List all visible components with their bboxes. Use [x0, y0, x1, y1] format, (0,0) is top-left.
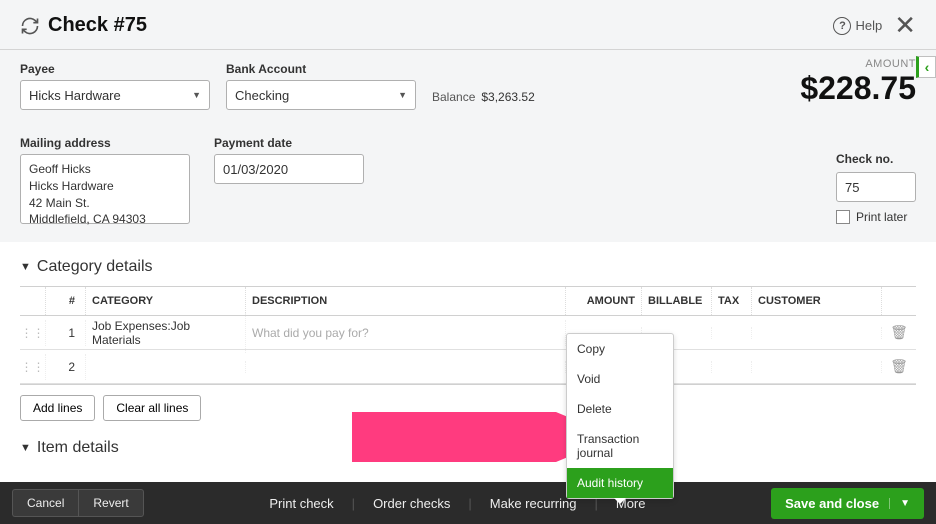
bank-value: Checking [235, 88, 289, 103]
menu-audit-history[interactable]: Audit history [567, 468, 673, 498]
grip-icon[interactable]: ⋮⋮ [20, 354, 46, 380]
row-description[interactable]: What did you pay for? [246, 320, 566, 346]
print-later-row: Print later [836, 210, 916, 224]
payment-date-group: Payment date 01/03/2020 [214, 136, 364, 184]
row-payee-bank: Payee Hicks Hardware ▼ Bank Account Chec… [20, 62, 916, 110]
print-check-link[interactable]: Print check [261, 496, 341, 511]
col-customer: CUSTOMER [752, 287, 882, 315]
mailing-label: Mailing address [20, 136, 190, 150]
trash-icon[interactable]: 🗑 [882, 318, 916, 347]
footer-left: Cancel Revert [12, 489, 144, 517]
trash-icon[interactable]: 🗑 [882, 352, 916, 381]
revert-button[interactable]: Revert [78, 489, 143, 517]
order-checks-link[interactable]: Order checks [365, 496, 458, 511]
payee-group: Payee Hicks Hardware ▼ [20, 62, 210, 110]
mailing-address-input[interactable]: Geoff Hicks Hicks Hardware 42 Main St. M… [20, 154, 190, 224]
row-num: 2 [46, 354, 86, 380]
row-tax[interactable] [712, 361, 752, 373]
col-billable: BILLABLE [642, 287, 712, 315]
collapse-icon: ▼ [20, 261, 31, 273]
col-tax: TAX [712, 287, 752, 315]
cancel-button[interactable]: Cancel [12, 489, 78, 517]
amount-value: $228.75 [800, 70, 916, 107]
row-tax[interactable] [712, 327, 752, 339]
header-left: Check #75 [20, 14, 147, 37]
page-title: Check #75 [48, 14, 147, 37]
menu-delete[interactable]: Delete [567, 394, 673, 424]
checkno-value: 75 [845, 180, 859, 195]
bank-label: Bank Account [226, 62, 416, 76]
save-and-close-button[interactable]: Save and close ▼ [771, 488, 924, 519]
checkno-input[interactable]: 75 [836, 172, 916, 202]
amount-label: AMOUNT [800, 58, 916, 70]
checkno-group: Check no. 75 Print later [836, 150, 916, 224]
col-description: DESCRIPTION [246, 287, 566, 315]
save-label: Save and close [785, 496, 879, 511]
refresh-icon [20, 16, 40, 36]
annotation-arrow [350, 412, 580, 462]
grip-icon[interactable]: ⋮⋮ [20, 320, 46, 346]
row-address-date: Mailing address Geoff Hicks Hicks Hardwa… [20, 136, 916, 224]
add-lines-button[interactable]: Add lines [20, 395, 95, 421]
clear-all-lines-button[interactable]: Clear all lines [103, 395, 201, 421]
menu-arrow-icon [614, 498, 626, 504]
category-title: Category details [37, 258, 153, 276]
checkno-label: Check no. [836, 152, 893, 166]
help-label: Help [855, 18, 882, 33]
print-later-checkbox[interactable] [836, 210, 850, 224]
divider: | [468, 496, 471, 511]
bank-group: Bank Account Checking ▼ [226, 62, 416, 110]
balance-value: $3,263.52 [481, 90, 534, 104]
col-amount: AMOUNT [566, 287, 642, 315]
row-customer[interactable] [752, 327, 882, 339]
header-bar: Check #75 ? Help ✕ [0, 0, 936, 50]
footer-center: Print check | Order checks | Make recurr… [144, 496, 771, 511]
item-title: Item details [37, 439, 119, 457]
divider: | [352, 496, 355, 511]
payment-date-value: 01/03/2020 [223, 162, 288, 177]
bank-dropdown[interactable]: Checking ▼ [226, 80, 416, 110]
category-section: ▼ Category details # CATEGORY DESCRIPTIO… [0, 242, 936, 421]
footer-bar: Cancel Revert Print check | Order checks… [0, 482, 936, 524]
payment-date-input[interactable]: 01/03/2020 [214, 154, 364, 184]
form-area: ‹ AMOUNT $228.75 Payee Hicks Hardware ▼ … [0, 50, 936, 242]
amount-block: AMOUNT $228.75 [800, 58, 916, 107]
row-category[interactable]: Job Expenses:Job Materials [86, 313, 246, 353]
row-num: 1 [46, 320, 86, 346]
table-row[interactable]: ⋮⋮ 2 🗑 [20, 350, 916, 384]
print-later-label: Print later [856, 210, 907, 224]
col-grip [20, 287, 46, 315]
balance-label: Balance [432, 90, 475, 104]
chevron-down-icon: ▼ [398, 90, 407, 100]
menu-transaction-journal[interactable]: Transaction journal [567, 424, 673, 468]
mailing-group: Mailing address Geoff Hicks Hicks Hardwa… [20, 136, 190, 224]
payee-dropdown[interactable]: Hicks Hardware ▼ [20, 80, 210, 110]
table-row[interactable]: ⋮⋮ 1 Job Expenses:Job Materials What did… [20, 316, 916, 350]
collapse-icon: ▼ [20, 442, 31, 454]
col-num: # [46, 287, 86, 315]
category-section-header[interactable]: ▼ Category details [20, 258, 916, 276]
help-button[interactable]: ? Help [833, 17, 882, 35]
more-menu: Copy Void Delete Transaction journal Aud… [566, 333, 674, 499]
payee-value: Hicks Hardware [29, 88, 121, 103]
payee-label: Payee [20, 62, 210, 76]
help-icon: ? [833, 17, 851, 35]
category-table: # CATEGORY DESCRIPTION AMOUNT BILLABLE T… [20, 286, 916, 385]
payment-date-label: Payment date [214, 136, 364, 150]
header-right: ? Help ✕ [833, 10, 916, 41]
next-record-button[interactable]: ‹ [916, 56, 936, 78]
chevron-down-icon: ▼ [889, 498, 910, 509]
balance-display: Balance $3,263.52 [432, 90, 535, 110]
row-description[interactable] [246, 361, 566, 373]
chevron-down-icon: ▼ [192, 90, 201, 100]
menu-copy[interactable]: Copy [567, 334, 673, 364]
col-trash [882, 287, 916, 315]
menu-void[interactable]: Void [567, 364, 673, 394]
col-category: CATEGORY [86, 287, 246, 315]
row-category[interactable] [86, 361, 246, 373]
footer-right: Save and close ▼ [771, 488, 924, 519]
row-customer[interactable] [752, 361, 882, 373]
close-icon[interactable]: ✕ [894, 10, 916, 41]
